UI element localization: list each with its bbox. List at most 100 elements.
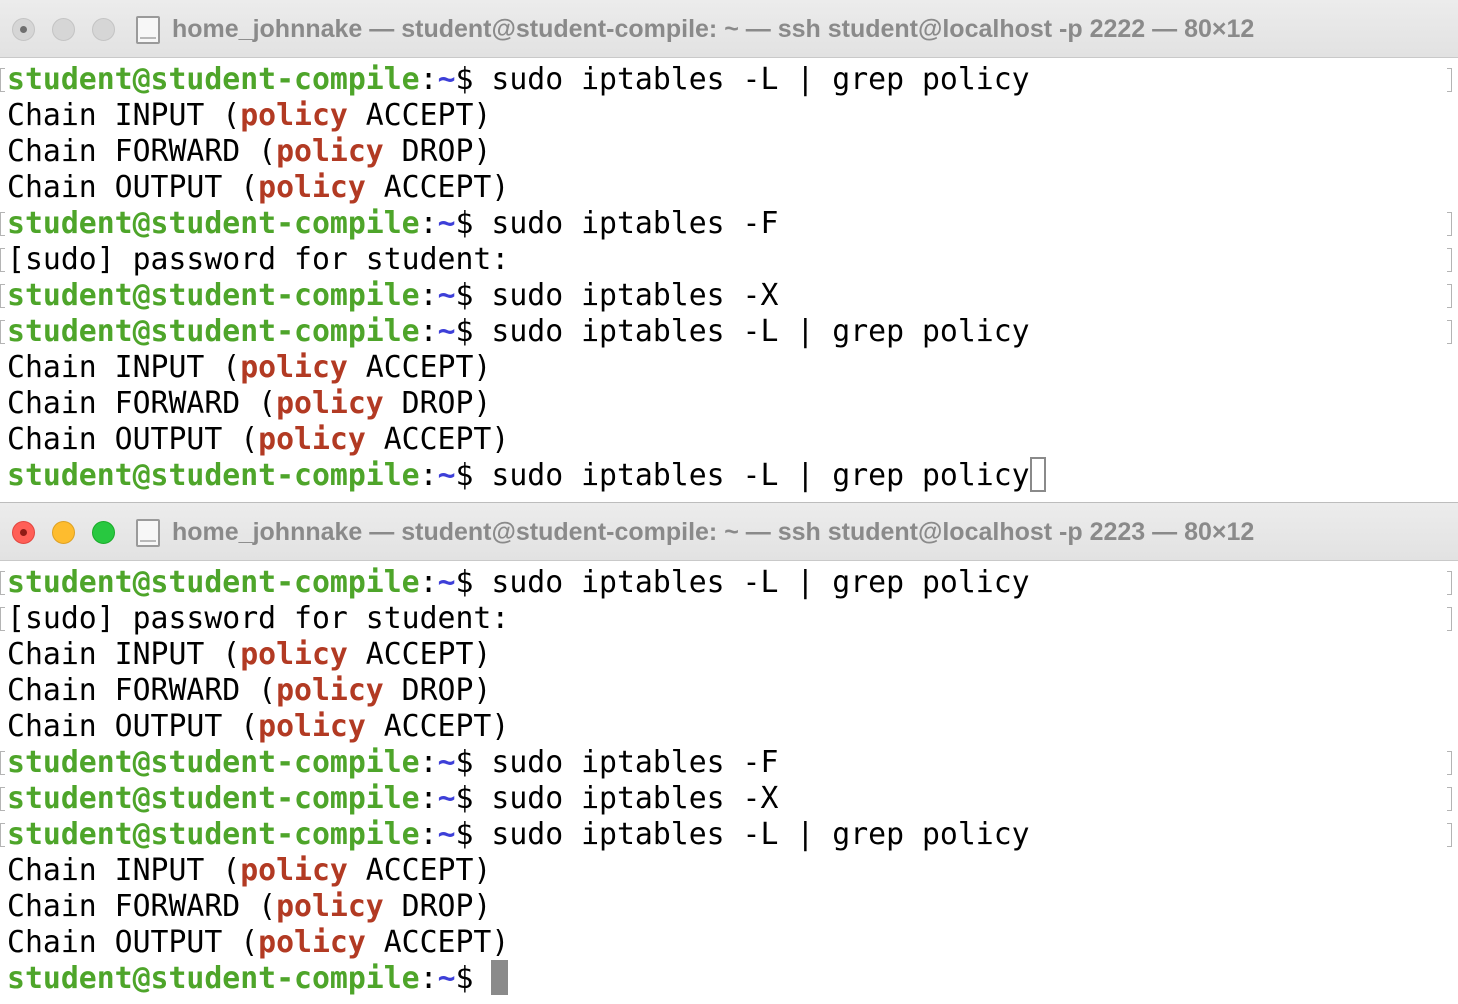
line-mark-right: [1447, 212, 1452, 236]
title-bar[interactable]: home_johnnake — student@student-compile:…: [0, 503, 1458, 561]
terminal-window-top[interactable]: home_johnnake — student@student-compile:…: [0, 0, 1458, 502]
chain-text: Chain OUTPUT (: [7, 709, 259, 744]
prompt-colon: :: [419, 62, 438, 97]
prompt-path: ~: [437, 781, 456, 816]
output-line: Chain INPUT (policy ACCEPT): [0, 853, 1458, 889]
prompt-colon: :: [419, 817, 438, 852]
chain-policy: ACCEPT): [365, 925, 510, 960]
output-line: Chain FORWARD (policy DROP): [0, 889, 1458, 925]
output-line: Chain OUTPUT (policy ACCEPT): [0, 925, 1458, 961]
prompt-path: ~: [437, 817, 456, 852]
command-text: sudo iptables -F: [491, 745, 779, 780]
command-text: sudo iptables -X: [491, 781, 779, 816]
line-mark-right: [1447, 68, 1452, 92]
chain-policy: ACCEPT): [365, 170, 510, 205]
command-text: sudo iptables -L | grep policy: [491, 314, 1030, 349]
prompt-colon: :: [419, 458, 438, 493]
minimize-icon[interactable]: [52, 521, 75, 544]
output-text: [sudo] password for student:: [7, 242, 510, 277]
prompt-line: student@student-compile:~$ sudo iptables…: [0, 565, 1458, 601]
chain-text: Chain INPUT (: [7, 853, 241, 888]
output-line: Chain FORWARD (policy DROP): [0, 386, 1458, 422]
prompt-user: student@student-compile: [7, 745, 420, 780]
prompt-line: student@student-compile:~$ sudo iptables…: [0, 745, 1458, 781]
terminal-output[interactable]: student@student-compile:~$ sudo iptables…: [0, 561, 1458, 997]
window-title: home_johnnake — student@student-compile:…: [172, 15, 1255, 43]
command-text: sudo iptables -L | grep policy: [491, 817, 1030, 852]
prompt-user: student@student-compile: [7, 817, 420, 852]
document-icon[interactable]: [136, 519, 160, 547]
grep-match: policy: [258, 709, 366, 744]
chain-text: Chain OUTPUT (: [7, 422, 259, 457]
prompt-symbol: $: [455, 781, 492, 816]
prompt-colon: :: [419, 565, 438, 600]
prompt-symbol: $: [455, 278, 492, 313]
chain-policy: ACCEPT): [347, 98, 492, 133]
window-title: home_johnnake — student@student-compile:…: [172, 518, 1255, 546]
prompt-symbol: $: [455, 745, 492, 780]
grep-match: policy: [276, 386, 384, 421]
grep-match: policy: [240, 98, 348, 133]
chain-text: Chain OUTPUT (: [7, 925, 259, 960]
zoom-icon[interactable]: [92, 521, 115, 544]
chain-policy: ACCEPT): [365, 709, 510, 744]
prompt-user: student@student-compile: [7, 458, 420, 493]
close-icon[interactable]: [12, 18, 35, 41]
grep-match: policy: [276, 134, 384, 169]
minimize-icon[interactable]: [52, 18, 75, 41]
terminal-window-bottom[interactable]: home_johnnake — student@student-compile:…: [0, 502, 1458, 1004]
document-icon[interactable]: [136, 16, 160, 44]
chain-text: Chain FORWARD (: [7, 673, 277, 708]
terminal-output[interactable]: student@student-compile:~$ sudo iptables…: [0, 58, 1458, 494]
line-mark-left: [0, 284, 5, 308]
prompt-colon: :: [419, 206, 438, 241]
grep-match: policy: [258, 422, 366, 457]
command-text: sudo iptables -L | grep policy: [491, 458, 1030, 493]
line-mark-left: [0, 248, 5, 272]
command-text: sudo iptables -X: [491, 278, 779, 313]
line-mark-right: [1447, 823, 1452, 847]
prompt-user: student@student-compile: [7, 961, 420, 996]
output-line: Chain OUTPUT (policy ACCEPT): [0, 422, 1458, 458]
chain-text: Chain INPUT (: [7, 350, 241, 385]
prompt-colon: :: [419, 961, 438, 996]
zoom-icon[interactable]: [92, 18, 115, 41]
grep-match: policy: [258, 925, 366, 960]
line-mark-left: [0, 320, 5, 344]
prompt-line: student@student-compile:~$ sudo iptables…: [0, 817, 1458, 853]
chain-policy: ACCEPT): [347, 350, 492, 385]
chain-text: Chain OUTPUT (: [7, 170, 259, 205]
chain-policy: ACCEPT): [347, 637, 492, 672]
grep-match: policy: [240, 853, 348, 888]
prompt-path: ~: [437, 565, 456, 600]
chain-policy: ACCEPT): [347, 853, 492, 888]
line-mark-left: [0, 571, 5, 595]
output-line: [sudo] password for student:: [0, 242, 1458, 278]
output-line: Chain FORWARD (policy DROP): [0, 134, 1458, 170]
output-line: Chain OUTPUT (policy ACCEPT): [0, 170, 1458, 206]
output-line: Chain INPUT (policy ACCEPT): [0, 98, 1458, 134]
prompt-path: ~: [437, 278, 456, 313]
prompt-user: student@student-compile: [7, 781, 420, 816]
chain-policy: DROP): [383, 134, 492, 169]
prompt-symbol: $: [455, 206, 492, 241]
prompt-symbol: $: [455, 961, 492, 996]
prompt-symbol: $: [455, 458, 492, 493]
prompt-line: student@student-compile:~$ sudo iptables…: [0, 278, 1458, 314]
chain-text: Chain FORWARD (: [7, 386, 277, 421]
output-line: Chain OUTPUT (policy ACCEPT): [0, 709, 1458, 745]
prompt-line: student@student-compile:~$ sudo iptables…: [0, 62, 1458, 98]
chain-policy: DROP): [383, 673, 492, 708]
line-mark-right: [1447, 751, 1452, 775]
close-icon[interactable]: [12, 521, 35, 544]
prompt-path: ~: [437, 458, 456, 493]
line-mark-left: [0, 751, 5, 775]
line-mark-right: [1447, 284, 1452, 308]
prompt-colon: :: [419, 314, 438, 349]
prompt-symbol: $: [455, 817, 492, 852]
title-bar[interactable]: home_johnnake — student@student-compile:…: [0, 0, 1458, 58]
chain-text: Chain INPUT (: [7, 637, 241, 672]
grep-match: policy: [276, 889, 384, 924]
prompt-colon: :: [419, 278, 438, 313]
prompt-line: student@student-compile:~$ sudo iptables…: [0, 457, 1458, 494]
